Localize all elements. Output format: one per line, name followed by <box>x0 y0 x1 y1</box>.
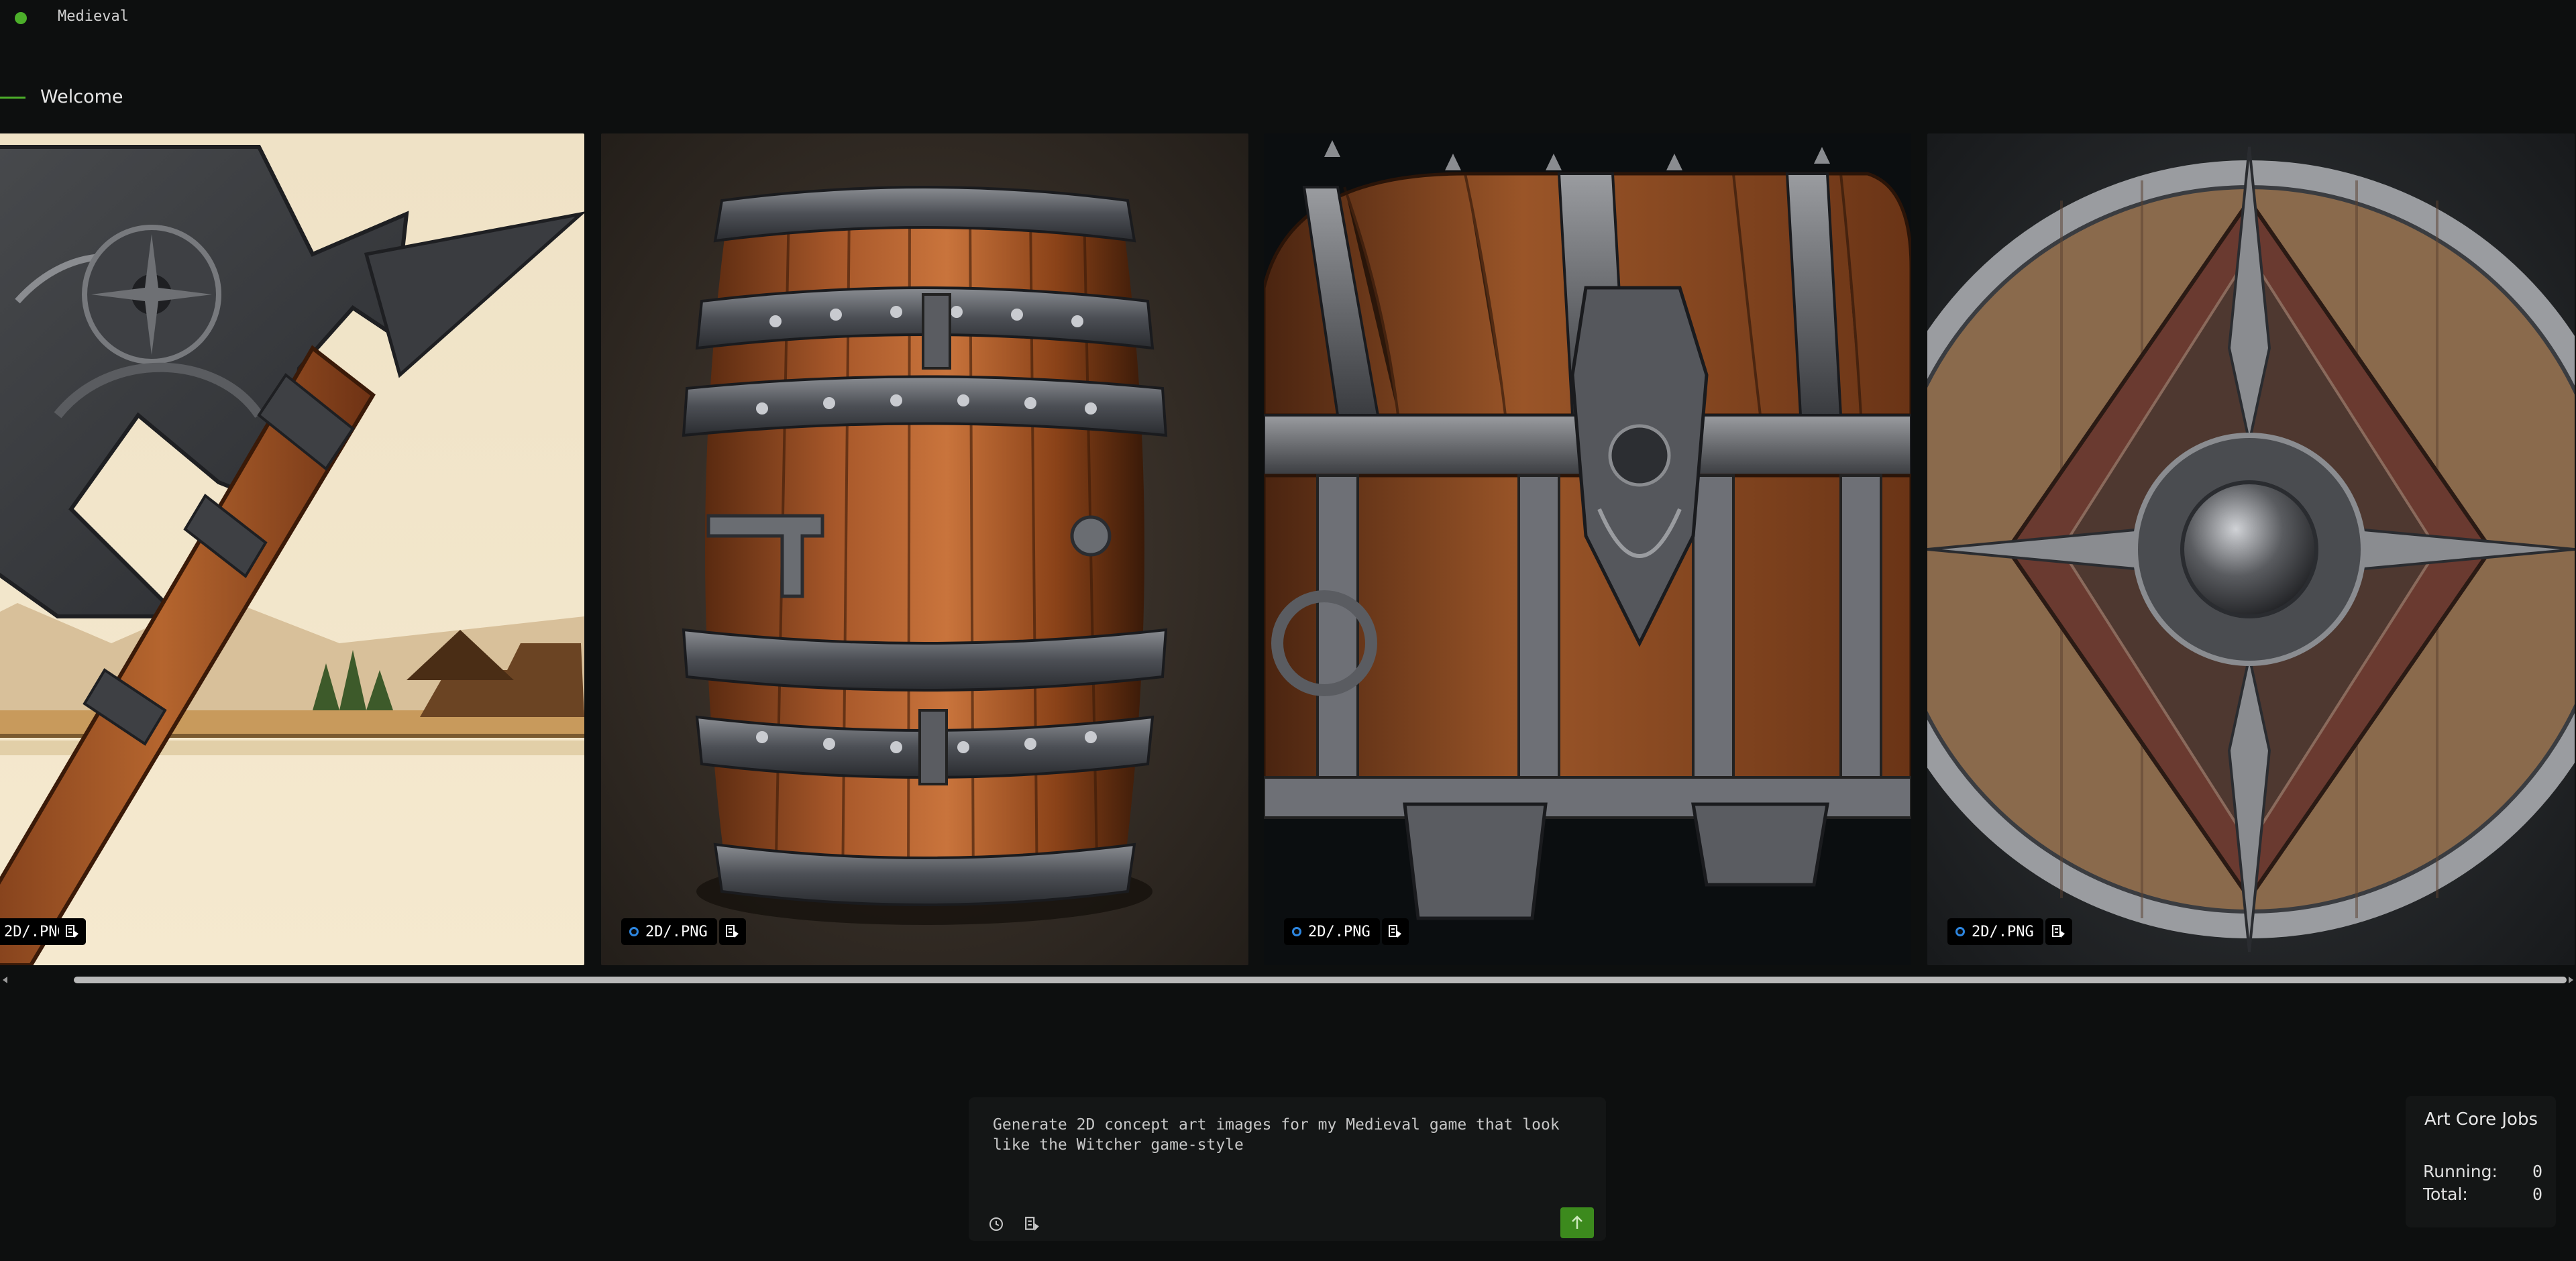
format-label: 2D/.PNG <box>645 923 708 940</box>
barrel-artwork <box>601 133 1248 965</box>
card-action-button[interactable] <box>2045 918 2072 945</box>
format-badge: 2D/.PNG <box>1284 918 1380 945</box>
history-button[interactable] <box>986 1214 1006 1234</box>
card-action-button[interactable] <box>719 918 746 945</box>
document-list-icon <box>1389 925 1401 938</box>
gallery-card-chest[interactable]: 2D/.PNG <box>1264 133 1911 965</box>
gallery-card-shield[interactable]: 2D/.PNG <box>1927 133 2575 965</box>
document-list-icon <box>66 925 78 938</box>
clock-icon <box>989 1217 1003 1231</box>
arrow-up-icon <box>1572 1215 1582 1229</box>
document-list-icon <box>726 925 739 938</box>
axe-artwork <box>0 133 584 965</box>
jobs-panel-title: Art Core Jobs <box>2424 1109 2538 1130</box>
jobs-total-value: 0 <box>2532 1185 2542 1204</box>
prompt-input-box[interactable]: Generate 2D concept art images for my Me… <box>969 1097 1606 1241</box>
format-dot-icon <box>629 927 639 936</box>
jobs-running-row: Running: 0 <box>2423 1162 2542 1181</box>
scroll-right-arrow-icon[interactable] <box>2569 977 2573 983</box>
app-title: Medieval <box>58 8 129 25</box>
format-badge: 2D/.PNG <box>1947 918 2043 945</box>
gallery-card-axe[interactable]: 2D/.PNG <box>0 133 584 965</box>
chest-artwork <box>1264 133 1911 965</box>
format-dot-icon <box>1955 927 1965 936</box>
active-tab-indicator <box>0 97 25 99</box>
format-badge: 2D/.PNG <box>621 918 717 945</box>
document-list-icon <box>2052 925 2065 938</box>
send-button[interactable] <box>1560 1207 1594 1238</box>
jobs-running-label: Running: <box>2423 1162 2498 1181</box>
jobs-panel: Art Core Jobs Running: 0 Total: 0 <box>2406 1096 2556 1227</box>
jobs-running-value: 0 <box>2532 1162 2542 1181</box>
format-label: 2D/.PNG <box>1972 923 2034 940</box>
image-carousel[interactable]: 2D/.PNG 2D/.PNG 2D/.PNG 2D/.PNG <box>0 133 2576 965</box>
shield-artwork <box>1927 133 2575 965</box>
section-label: Welcome <box>40 87 123 107</box>
format-label: 2D/.PNG <box>1308 923 1371 940</box>
prompt-textarea[interactable]: Generate 2D concept art images for my Me… <box>993 1115 1583 1155</box>
gallery-card-barrel[interactable]: 2D/.PNG <box>601 133 1248 965</box>
attach-document-button[interactable] <box>1022 1214 1042 1234</box>
scrollbar-thumb[interactable] <box>74 977 2567 983</box>
format-label: 2D/.PNG <box>4 923 66 940</box>
top-bar: Medieval <box>0 0 2576 40</box>
jobs-total-label: Total: <box>2423 1185 2468 1204</box>
jobs-total-row: Total: 0 <box>2423 1185 2542 1204</box>
horizontal-scrollbar[interactable] <box>0 974 2576 986</box>
status-indicator <box>15 12 27 24</box>
scroll-left-arrow-icon[interactable] <box>3 977 7 983</box>
format-dot-icon <box>1292 927 1301 936</box>
card-action-button[interactable] <box>1382 918 1409 945</box>
card-action-button[interactable] <box>59 918 86 945</box>
document-list-icon <box>1025 1217 1039 1231</box>
